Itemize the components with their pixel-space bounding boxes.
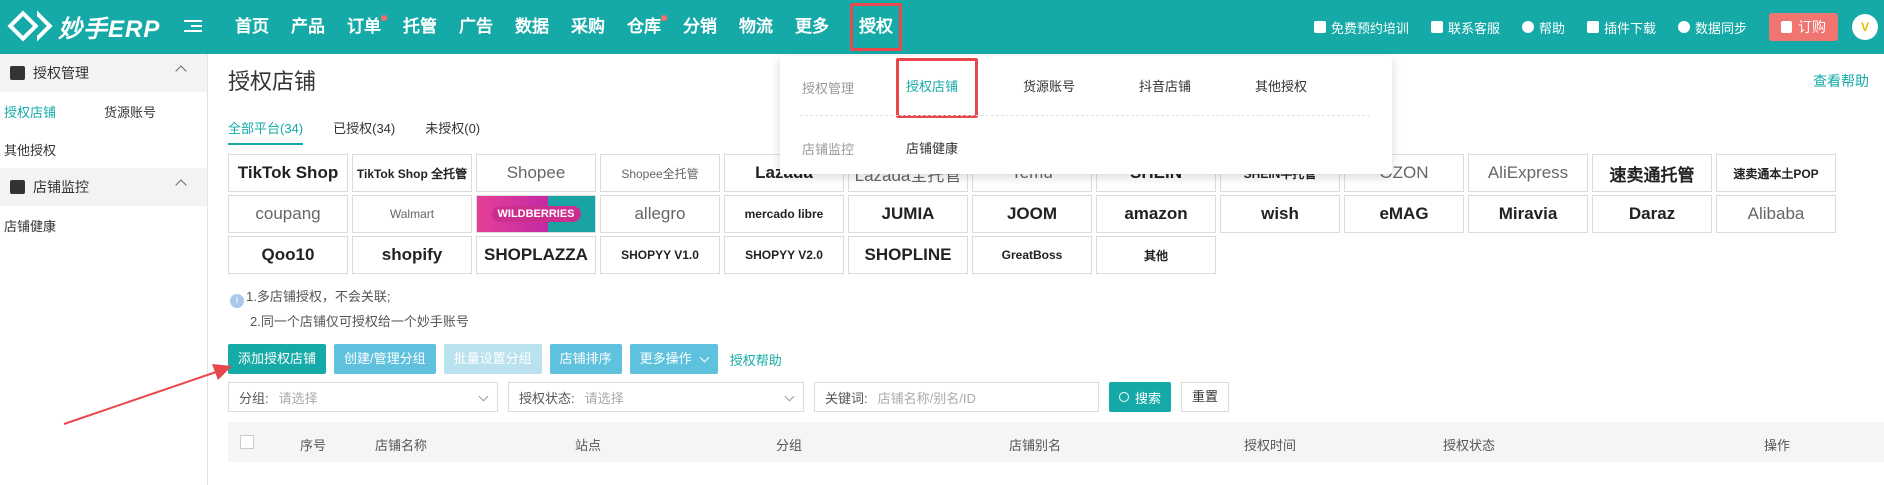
- annotation-arrow: [63, 364, 232, 425]
